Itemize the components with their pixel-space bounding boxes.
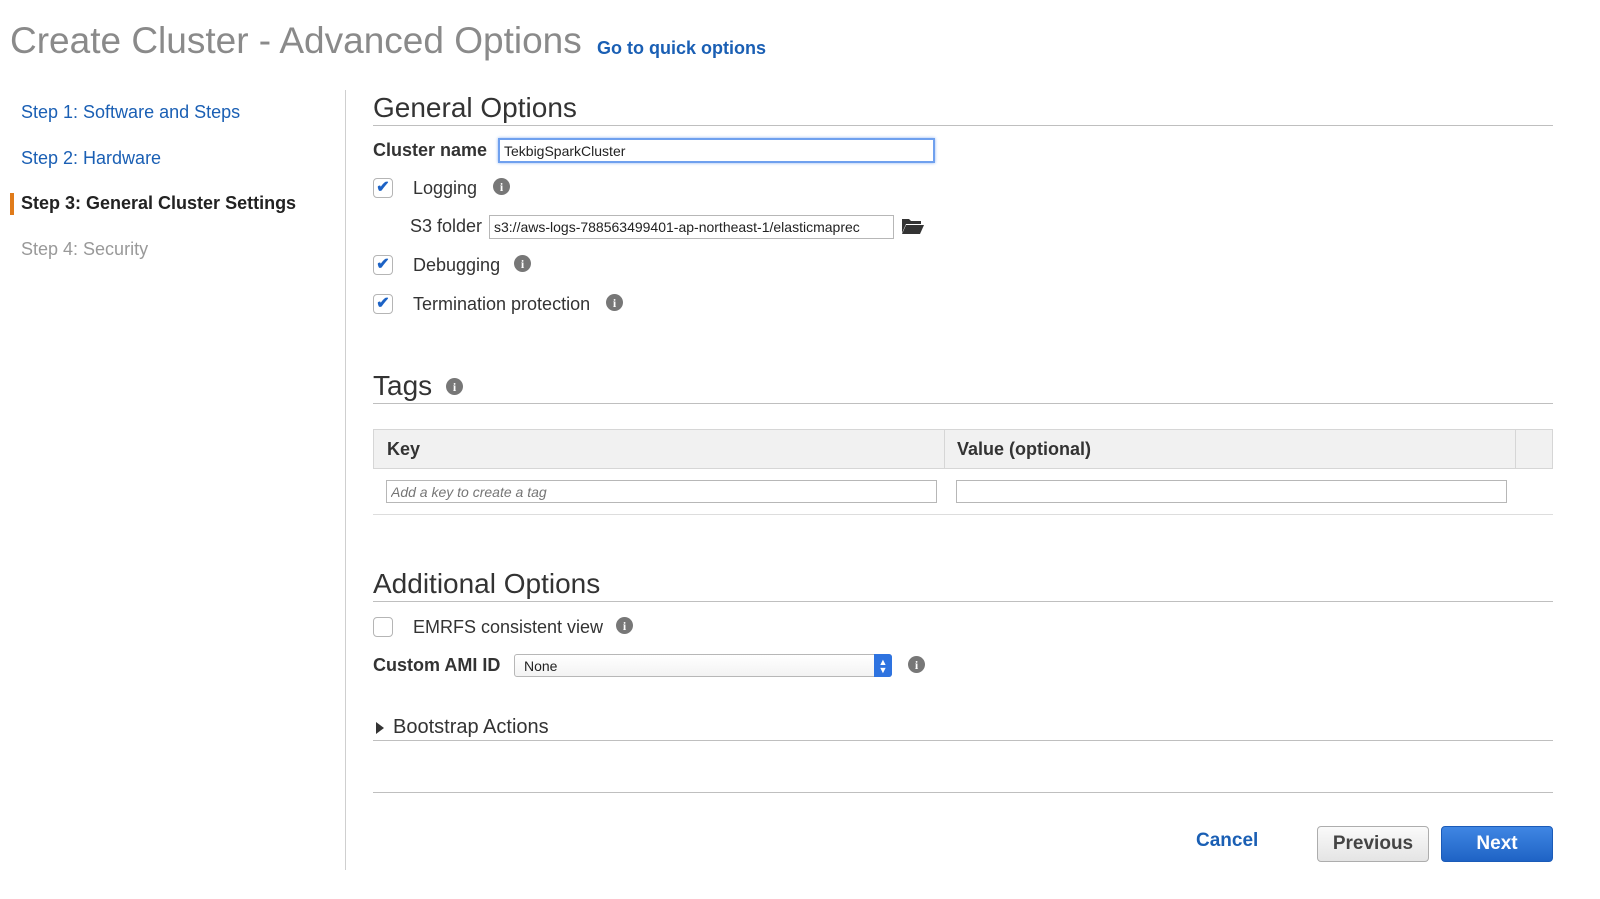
custom-ami-id-label: Custom AMI ID	[373, 655, 501, 675]
active-step-marker	[10, 193, 14, 215]
general-options-divider	[373, 125, 1553, 126]
info-icon[interactable]: i	[493, 178, 510, 195]
step-general-cluster-settings: Step 3: General Cluster Settings	[21, 193, 297, 213]
info-icon[interactable]: i	[514, 255, 531, 272]
s3-folder-input[interactable]	[489, 215, 894, 239]
tags-row-divider	[373, 514, 1553, 515]
key-column-header: Key	[387, 438, 421, 459]
column-separator	[1515, 430, 1516, 468]
additional-options-title: Additional Options	[373, 568, 601, 599]
previous-button[interactable]: Previous	[1317, 826, 1429, 862]
tags-divider	[373, 403, 1553, 404]
checkmark-icon: ✔	[376, 179, 390, 196]
checkmark-icon: ✔	[376, 256, 390, 273]
step-software-and-steps[interactable]: Step 1: Software and Steps	[21, 102, 240, 123]
termination-protection-label: Termination protection	[413, 294, 591, 314]
cancel-button[interactable]: Cancel	[1196, 830, 1258, 852]
cluster-name-label: Cluster name	[373, 140, 488, 160]
custom-ami-id-select[interactable]: None ▲ ▼	[514, 654, 892, 677]
select-updown-icon: ▲ ▼	[874, 654, 892, 677]
custom-ami-id-value: None	[524, 658, 558, 674]
tags-title: Tags	[373, 370, 433, 401]
tag-key-input[interactable]	[386, 480, 937, 503]
s3-folder-label: S3 folder	[410, 216, 483, 236]
cluster-name-input[interactable]	[498, 138, 935, 163]
sidebar-divider	[345, 90, 346, 870]
debugging-label: Debugging	[413, 255, 501, 275]
step-security: Step 4: Security	[21, 239, 149, 259]
tags-table-header: Key Value (optional)	[373, 429, 1553, 469]
logging-checkbox[interactable]: ✔	[373, 178, 393, 198]
debugging-checkbox[interactable]: ✔	[373, 255, 393, 275]
info-icon[interactable]: i	[606, 294, 623, 311]
emrfs-consistent-view-label: EMRFS consistent view	[413, 617, 604, 637]
go-to-quick-options-link[interactable]: Go to quick options	[597, 38, 766, 59]
column-separator	[944, 430, 945, 468]
emrfs-consistent-view-checkbox[interactable]	[373, 617, 393, 637]
tag-value-input[interactable]	[956, 480, 1507, 503]
info-icon[interactable]: i	[446, 378, 463, 395]
checkmark-icon: ✔	[376, 295, 390, 312]
logging-label: Logging	[413, 178, 478, 198]
general-options-title: General Options	[373, 92, 577, 123]
footer-divider	[373, 792, 1553, 793]
bootstrap-actions-toggle[interactable]: Bootstrap Actions	[393, 716, 549, 739]
value-column-header: Value (optional)	[957, 438, 1092, 459]
termination-protection-checkbox[interactable]: ✔	[373, 294, 393, 314]
step-hardware[interactable]: Step 2: Hardware	[21, 148, 161, 169]
info-icon[interactable]: i	[616, 617, 633, 634]
info-icon[interactable]: i	[908, 656, 925, 673]
expand-triangle-icon[interactable]	[376, 722, 384, 734]
additional-options-divider	[373, 601, 1553, 602]
folder-open-icon[interactable]	[901, 217, 925, 235]
next-button[interactable]: Next	[1441, 826, 1553, 862]
bootstrap-actions-divider	[373, 740, 1553, 741]
page-title: Create Cluster - Advanced Options	[10, 20, 582, 61]
